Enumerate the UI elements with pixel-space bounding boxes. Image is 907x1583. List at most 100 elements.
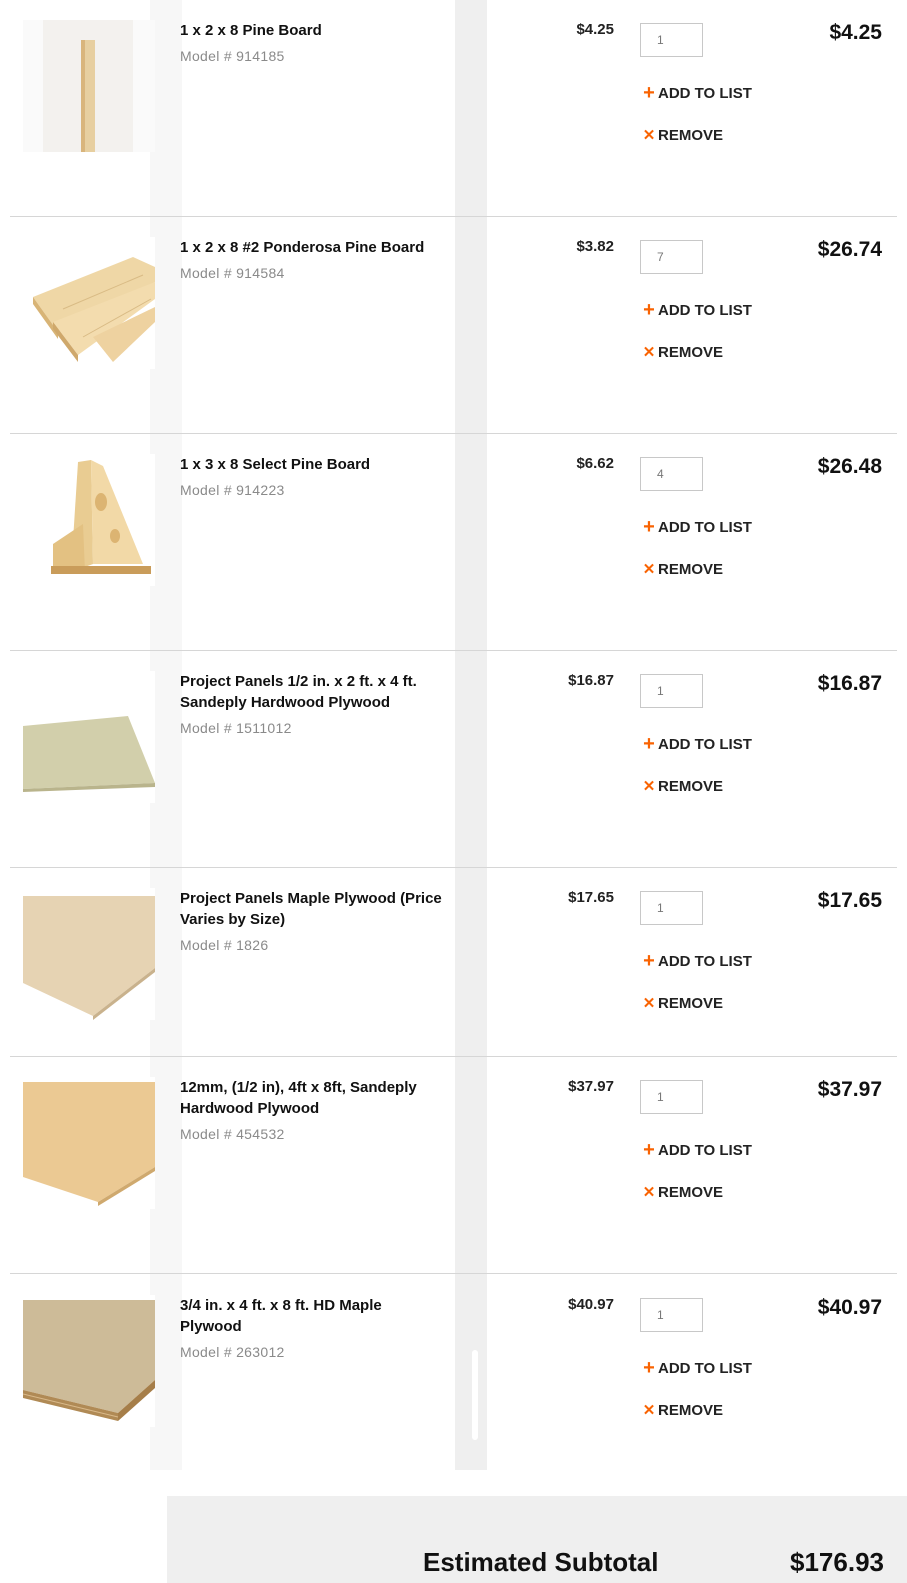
model-number: Model # 1511012	[180, 720, 292, 736]
line-total: $26.74	[817, 238, 882, 261]
quantity-input[interactable]	[640, 240, 703, 274]
product-info: 3/4 in. x 4 ft. x 8 ft. HD Maple Plywood…	[180, 1295, 445, 1360]
add-to-list-label: ADD TO LIST	[658, 736, 752, 753]
product-image[interactable]	[23, 671, 155, 803]
product-name[interactable]: 1 x 3 x 8 Select Pine Board	[180, 454, 445, 475]
product-info: 1 x 2 x 8 Pine Board Model # 914185	[180, 20, 445, 64]
sandeply-plywood-image	[23, 1077, 155, 1209]
subtotal-label: Estimated Subtotal	[423, 1547, 659, 1577]
add-to-list-label: ADD TO LIST	[658, 1142, 752, 1159]
plus-icon: +	[643, 516, 655, 538]
plus-icon: +	[643, 82, 655, 104]
product-info: 1 x 2 x 8 #2 Ponderosa Pine Board Model …	[180, 237, 445, 281]
pine-board-image	[23, 20, 155, 152]
remove-button[interactable]: ✕ REMOVE	[641, 343, 724, 362]
plus-icon: +	[643, 299, 655, 321]
product-name[interactable]: 12mm, (1/2 in), 4ft x 8ft, Sandeply Hard…	[180, 1077, 445, 1119]
product-image[interactable]	[23, 1077, 155, 1209]
remove-label: REMOVE	[658, 777, 724, 795]
remove-label: REMOVE	[658, 1401, 724, 1419]
product-image[interactable]	[23, 20, 155, 152]
model-number: Model # 263012	[180, 1344, 285, 1360]
add-to-list-button[interactable]: + ADD TO LIST	[641, 1357, 752, 1379]
remove-button[interactable]: ✕ REMOVE	[641, 560, 724, 579]
plus-icon: +	[643, 950, 655, 972]
remove-label: REMOVE	[658, 560, 724, 578]
line-total: $26.48	[817, 455, 882, 478]
remove-button[interactable]: ✕ REMOVE	[641, 994, 724, 1013]
add-to-list-button[interactable]: + ADD TO LIST	[641, 950, 752, 972]
unit-price: $17.65	[568, 889, 614, 906]
model-number: Model # 914185	[180, 48, 285, 64]
subtotal-bar: Estimated Subtotal $176.93	[167, 1496, 907, 1583]
unit-price: $16.87	[568, 672, 614, 689]
add-to-list-label: ADD TO LIST	[658, 85, 752, 102]
remove-button[interactable]: ✕ REMOVE	[641, 1401, 724, 1420]
cart-item-row: 12mm, (1/2 in), 4ft x 8ft, Sandeply Hard…	[10, 1057, 897, 1274]
product-image[interactable]	[23, 237, 155, 369]
remove-label: REMOVE	[658, 994, 724, 1012]
remove-button[interactable]: ✕ REMOVE	[641, 777, 724, 796]
select-pine-boards-image	[23, 454, 155, 586]
hd-maple-plywood-image	[23, 1295, 155, 1427]
cart-item-row: 1 x 2 x 8 Pine Board Model # 914185 $4.2…	[10, 0, 897, 217]
cart-item-row: 1 x 3 x 8 Select Pine Board Model # 9142…	[10, 434, 897, 651]
product-name[interactable]: Project Panels 1/2 in. x 2 ft. x 4 ft. S…	[180, 671, 445, 713]
add-to-list-button[interactable]: + ADD TO LIST	[641, 1139, 752, 1161]
product-name[interactable]: 1 x 2 x 8 Pine Board	[180, 20, 445, 41]
line-total: $40.97	[817, 1296, 882, 1319]
model-number: Model # 914584	[180, 265, 285, 281]
line-total: $17.65	[817, 889, 882, 912]
add-to-list-label: ADD TO LIST	[658, 519, 752, 536]
x-icon: ✕	[642, 778, 656, 795]
product-info: Project Panels Maple Plywood (Price Vari…	[180, 888, 445, 953]
unit-price: $4.25	[576, 21, 614, 38]
plus-icon: +	[643, 733, 655, 755]
add-to-list-button[interactable]: + ADD TO LIST	[641, 82, 752, 104]
product-image[interactable]	[23, 454, 155, 586]
cart-item-row: 1 x 2 x 8 #2 Ponderosa Pine Board Model …	[10, 217, 897, 434]
pine-boards-stack-image	[23, 237, 155, 369]
product-image[interactable]	[23, 888, 155, 1020]
x-icon: ✕	[642, 127, 656, 144]
line-total: $37.97	[817, 1078, 882, 1101]
product-image[interactable]	[23, 1295, 155, 1427]
x-icon: ✕	[642, 561, 656, 578]
x-icon: ✕	[642, 995, 656, 1012]
quantity-input[interactable]	[640, 23, 703, 57]
cart-item-row: Project Panels 1/2 in. x 2 ft. x 4 ft. S…	[10, 651, 897, 868]
product-name[interactable]: 3/4 in. x 4 ft. x 8 ft. HD Maple Plywood	[180, 1295, 445, 1337]
remove-button[interactable]: ✕ REMOVE	[641, 126, 723, 145]
add-to-list-button[interactable]: + ADD TO LIST	[641, 299, 752, 321]
quantity-input[interactable]	[640, 1298, 703, 1332]
maple-plywood-image	[23, 888, 155, 1020]
model-number: Model # 914223	[180, 482, 285, 498]
line-total: $16.87	[817, 672, 882, 695]
unit-price: $40.97	[568, 1296, 614, 1313]
x-icon: ✕	[642, 344, 656, 361]
quantity-input[interactable]	[640, 457, 703, 491]
product-info: 12mm, (1/2 in), 4ft x 8ft, Sandeply Hard…	[180, 1077, 445, 1142]
add-to-list-button[interactable]: + ADD TO LIST	[641, 733, 752, 755]
unit-price: $37.97	[568, 1078, 614, 1095]
add-to-list-label: ADD TO LIST	[658, 953, 752, 970]
unit-price: $6.62	[576, 455, 614, 472]
plus-icon: +	[643, 1357, 655, 1379]
model-number: Model # 454532	[180, 1126, 285, 1142]
quantity-input[interactable]	[640, 891, 703, 925]
product-name[interactable]: Project Panels Maple Plywood (Price Vari…	[180, 888, 445, 930]
line-total: $4.25	[829, 21, 882, 44]
plus-icon: +	[643, 1139, 655, 1161]
remove-button[interactable]: ✕ REMOVE	[641, 1183, 723, 1202]
quantity-input[interactable]	[640, 1080, 703, 1114]
add-to-list-label: ADD TO LIST	[658, 302, 752, 319]
product-name[interactable]: 1 x 2 x 8 #2 Ponderosa Pine Board	[180, 237, 445, 258]
plywood-panel-image	[23, 671, 155, 803]
unit-price: $3.82	[576, 238, 614, 255]
x-icon: ✕	[642, 1402, 656, 1419]
quantity-input[interactable]	[640, 674, 703, 708]
cart-item-row: 3/4 in. x 4 ft. x 8 ft. HD Maple Plywood…	[10, 1275, 897, 1491]
add-to-list-button[interactable]: + ADD TO LIST	[641, 516, 752, 538]
remove-label: REMOVE	[658, 343, 724, 361]
model-number: Model # 1826	[180, 937, 269, 953]
